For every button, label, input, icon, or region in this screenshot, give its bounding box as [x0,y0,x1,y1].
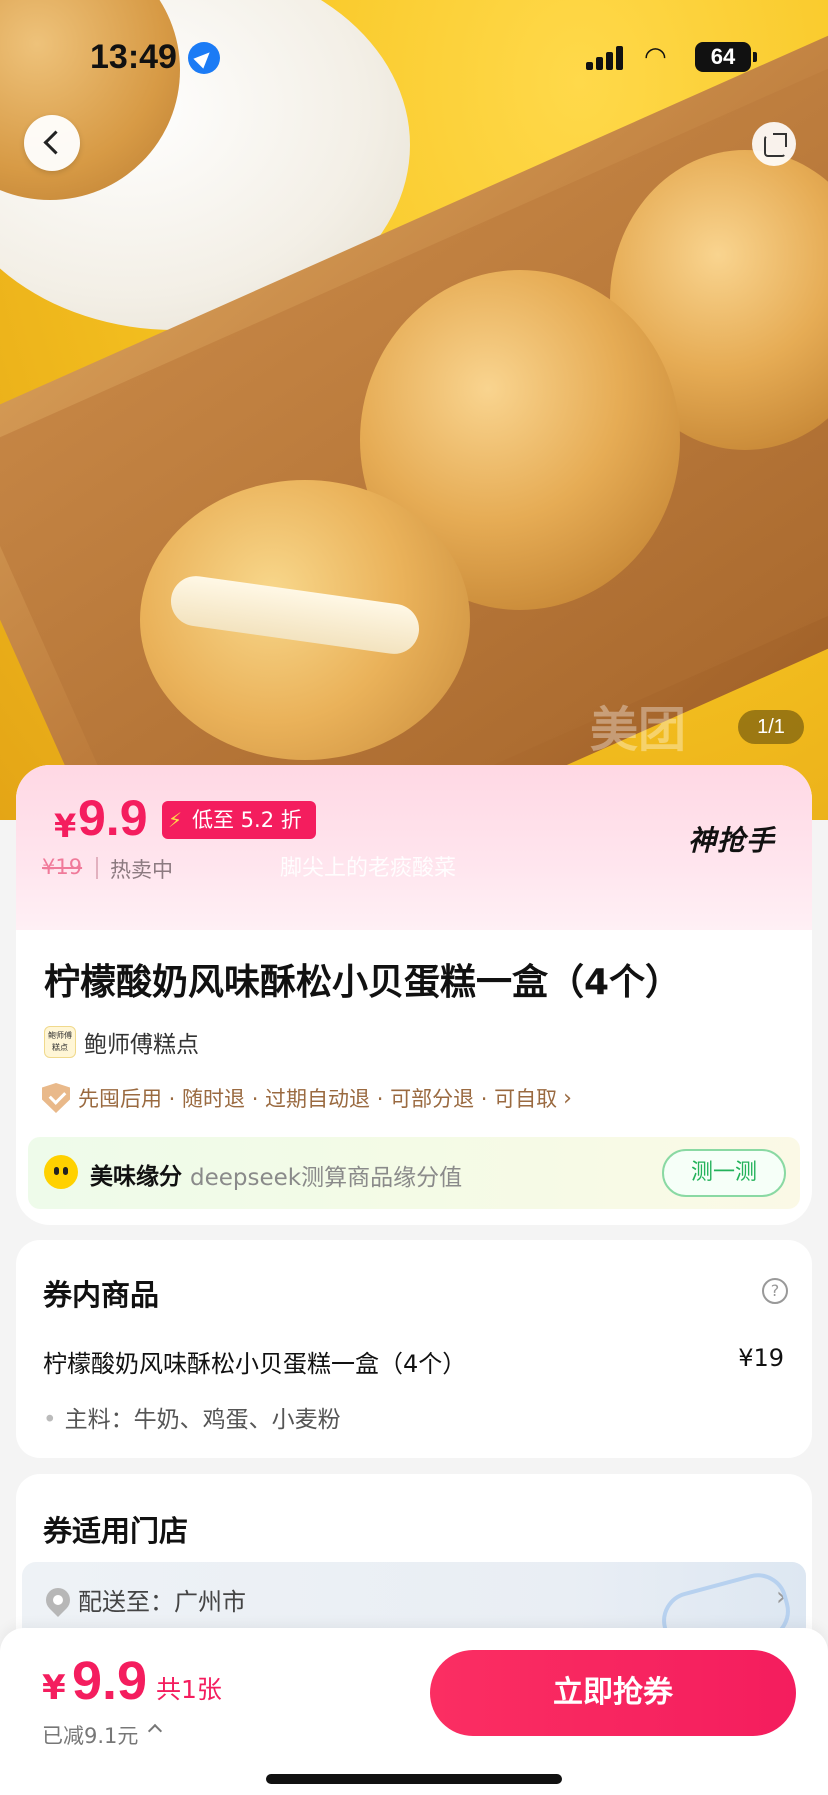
product-title: 柠檬酸奶风味酥松小贝蛋糕一盒（4个） [44,962,682,1003]
test-fate-button[interactable]: 测一测 [662,1149,786,1197]
section-title: 券适用门店 [43,1514,189,1548]
shop-logo: 鲍师傅糕点 [44,1026,76,1058]
status-time: 13:49 [90,38,177,76]
coupon-items-card: 券内商品 ? 柠檬酸奶风味酥松小贝蛋糕一盒（4个） ¥19 主料：牛奶、鸡蛋、小… [16,1240,812,1458]
image-pager: 1/1 [738,710,804,744]
product-info-card: ¥ 9.9 低至 5.2 折 ¥19 热卖中 脚尖上的老痰酸菜 神抢手 柠檬酸奶… [16,765,812,1225]
sale-status: 热卖中 [110,858,173,882]
total-price: 9.9 [72,1651,148,1711]
discount-badge: 低至 5.2 折 [162,801,316,839]
guarantee-text: 先囤后用 · 随时退 · 过期自动退 · 可部分退 · 可自取 [78,1087,558,1111]
status-bar: 13:49 ◠ 64 [0,30,828,80]
original-price: ¥19 [42,855,83,879]
divider [96,857,98,879]
help-icon[interactable]: ? [762,1278,788,1304]
taste-fate-banner: 美味缘分 deepseek测算商品缘分值 测一测 [28,1137,800,1209]
bottom-purchase-bar: ¥ 9.9 共1张 已减9.1元 立即抢券 [0,1628,828,1795]
item-ingredients: 主料：牛奶、鸡蛋、小麦粉 [43,1400,341,1434]
section-title: 券内商品 [43,1278,160,1312]
item-price: ¥19 [738,1344,784,1372]
chevron-right-icon: › [776,1582,787,1612]
location-pin-icon [41,1583,75,1617]
price-currency: ¥ [54,807,77,845]
shop-name: 鲍师傅糕点 [84,1032,199,1058]
location-arrow-icon [188,42,220,74]
overlay-caption: 脚尖上的老痰酸菜 [280,856,457,881]
emoji-face-icon [44,1155,78,1189]
back-button[interactable] [24,115,80,171]
wifi-icon: ◠ [644,42,667,72]
coupon-count: 共1张 [156,1675,222,1704]
chevron-right-icon: › [563,1085,572,1111]
cellular-signal-icon [586,44,630,70]
watermark: 美团 [590,702,687,758]
share-button[interactable] [752,122,796,166]
shield-check-icon [42,1083,70,1113]
home-indicator[interactable] [266,1774,562,1784]
delivery-address: 配送至：广州市 [78,1588,246,1616]
chevron-up-icon[interactable] [147,1723,163,1739]
guarantee-row[interactable]: 先囤后用 · 随时退 · 过期自动退 · 可部分退 · 可自取 › [42,1083,572,1113]
item-name: 柠檬酸奶风味酥松小贝蛋糕一盒（4个） [43,1350,467,1378]
product-image[interactable]: 美团 1/1 [0,0,828,820]
battery-icon: 64 [695,42,757,72]
fate-title: 美味缘分 [90,1164,182,1190]
price-currency: ¥ [42,1668,66,1708]
saved-amount[interactable]: 已减9.1元 [42,1720,138,1750]
grab-coupon-button[interactable]: 立即抢券 [430,1650,796,1736]
shenqiangshou-logo: 神抢手 [688,824,776,857]
deal-price: 9.9 [78,790,148,846]
fate-description: deepseek测算商品缘分值 [190,1165,463,1191]
shop-link[interactable]: 鲍师傅糕点 鲍师傅糕点 [44,1025,199,1059]
price-banner: ¥ 9.9 低至 5.2 折 ¥19 热卖中 脚尖上的老痰酸菜 神抢手 [16,765,812,930]
